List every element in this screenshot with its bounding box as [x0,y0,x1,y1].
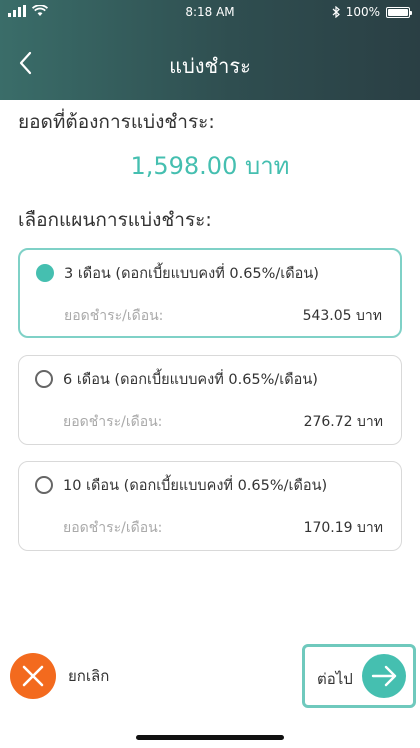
page-title: แบ่งชำระ [169,54,251,78]
next-label[interactable]: ต่อไป [317,667,353,691]
cancel-button[interactable]: ยกเลิก [10,653,109,699]
radio-unselected-icon[interactable] [35,476,53,494]
plan-monthly-label: ยอดชำระ/เดือน: [64,308,164,324]
amount-value: 1,598.00 บาท [130,152,290,180]
cancel-label[interactable]: ยกเลิก [68,664,109,688]
plan-section-label: เลือกแผนการแบ่งชำระ: [18,209,212,231]
plan-monthly-label: ยอดชำระ/เดือน: [63,520,163,536]
radio-unselected-icon[interactable] [35,370,53,388]
status-right: 100% [332,5,412,19]
arrow-right-icon[interactable] [362,654,406,698]
plan-monthly-label: ยอดชำระ/เดือน: [63,414,163,430]
plan-option-10-months[interactable]: 10 เดือน (ดอกเบี้ยแบบคงที่ 0.65%/เดือน) … [18,461,402,551]
plan-monthly-value: 170.19 บาท [303,520,383,536]
plan-title: 10 เดือน (ดอกเบี้ยแบบคงที่ 0.65%/เดือน) [63,478,328,494]
plan-monthly-value: 276.72 บาท [303,414,383,430]
plan-monthly-value: 543.05 บาท [302,308,382,324]
bluetooth-icon [332,6,340,18]
home-indicator [136,735,284,740]
battery-icon [386,6,412,18]
plan-option-3-months[interactable]: 3 เดือน (ดอกเบี้ยแบบคงที่ 0.65%/เดือน) ย… [18,248,402,338]
plan-option-6-months[interactable]: 6 เดือน (ดอกเบี้ยแบบคงที่ 0.65%/เดือน) ย… [18,355,402,445]
status-bar: 8:18 AM 100% [0,0,420,24]
radio-selected-icon[interactable] [36,264,54,282]
plan-title: 6 เดือน (ดอกเบี้ยแบบคงที่ 0.65%/เดือน) [63,372,318,388]
battery-percent: 100% [345,5,380,19]
close-icon[interactable] [10,653,56,699]
next-button[interactable]: ต่อไป [302,644,416,708]
plan-title: 3 เดือน (ดอกเบี้ยแบบคงที่ 0.65%/เดือน) [64,266,319,282]
header-bar: 8:18 AM 100% แบ่งชำระ [0,0,420,100]
battery-fill [388,8,408,16]
amount-label: ยอดที่ต้องการแบ่งชำระ: [18,111,215,133]
